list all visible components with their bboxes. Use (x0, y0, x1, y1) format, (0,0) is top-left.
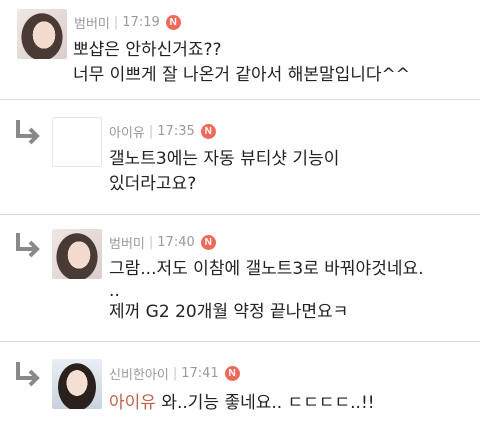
reply-arrow-icon (16, 362, 40, 387)
comment-line: 갤노트3에는 자동 뷰티샷 기능이 (109, 149, 340, 169)
comment-item: 범버미 | 17:40 N 그람...저도 이참에 갤노트3로 바꿔야것네요. … (0, 215, 480, 341)
avatar[interactable] (52, 117, 102, 167)
comment-line: 있더라고요? (109, 174, 197, 194)
comment-line: 제꺼 G2 20개월 약정 끝나면요ㅋ (109, 302, 349, 322)
comment-body: 뽀샵은 안하신거죠?? 너무 이쁘게 잘 나온거 같아서 해본말입니다^^ (73, 38, 410, 88)
meta-divider: | (172, 365, 178, 381)
new-badge: N (200, 123, 216, 139)
meta-divider: | (148, 234, 154, 250)
comment-thread: 범버미 | 17:19 N 뽀샵은 안하신거죠?? 너무 이쁘게 잘 나온거 같… (0, 0, 480, 426)
comment-time: 17:41 (181, 365, 219, 381)
comment-meta: 범버미 | 17:19 N (74, 12, 181, 32)
author-name[interactable]: 아이유 (109, 122, 145, 141)
new-badge: N (200, 234, 216, 250)
comment-meta: 아이유 | 17:35 N (109, 121, 216, 141)
new-badge: N (224, 365, 240, 381)
comment-item: 아이유 | 17:35 N 갤노트3에는 자동 뷰티샷 기능이 있더라고요? (0, 100, 480, 214)
comment-time: 17:19 (122, 14, 160, 30)
comment-line: 너무 이쁘게 잘 나온거 같아서 해본말입니다^^ (73, 65, 411, 85)
comment-time: 17:40 (157, 234, 195, 250)
avatar[interactable] (52, 229, 102, 279)
comment-text: 와..기능 좋네요.. ㄷㄷㄷㄷ..!! (155, 393, 375, 413)
comment-meta: 신비한아이 | 17:41 N (109, 363, 240, 383)
author-name[interactable]: 신비한아이 (109, 364, 169, 383)
meta-divider: | (148, 123, 154, 139)
comment-body: 아이유 와..기능 좋네요.. ㄷㄷㄷㄷ..!! (109, 391, 375, 416)
mention-link[interactable]: 아이유 (109, 393, 156, 413)
comment-item: 신비한아이 | 17:41 N 아이유 와..기능 좋네요.. ㄷㄷㄷㄷ..!! (0, 342, 480, 426)
reply-arrow-icon (16, 233, 40, 258)
avatar[interactable] (17, 9, 67, 59)
comment-meta: 범버미 | 17:40 N (109, 232, 216, 252)
meta-divider: | (113, 14, 119, 30)
new-badge: N (165, 14, 181, 30)
comment-item: 범버미 | 17:19 N 뽀샵은 안하신거죠?? 너무 이쁘게 잘 나온거 같… (0, 0, 480, 98)
comment-line: 그람...저도 이참에 갤노트3로 바꿔야것네요. (109, 259, 424, 279)
author-name[interactable]: 범버미 (109, 233, 145, 252)
reply-arrow-icon (16, 120, 40, 145)
comment-body: 갤노트3에는 자동 뷰티샷 기능이 있더라고요? (109, 147, 339, 197)
author-name[interactable]: 범버미 (74, 13, 110, 32)
comment-line: 뽀샵은 안하신거죠?? (73, 40, 222, 60)
comment-body: 그람...저도 이참에 갤노트3로 바꿔야것네요. .. 제꺼 G2 20개월 … (109, 257, 424, 325)
comment-time: 17:35 (157, 123, 195, 139)
avatar[interactable] (52, 359, 102, 409)
comment-line: .. (109, 281, 120, 301)
